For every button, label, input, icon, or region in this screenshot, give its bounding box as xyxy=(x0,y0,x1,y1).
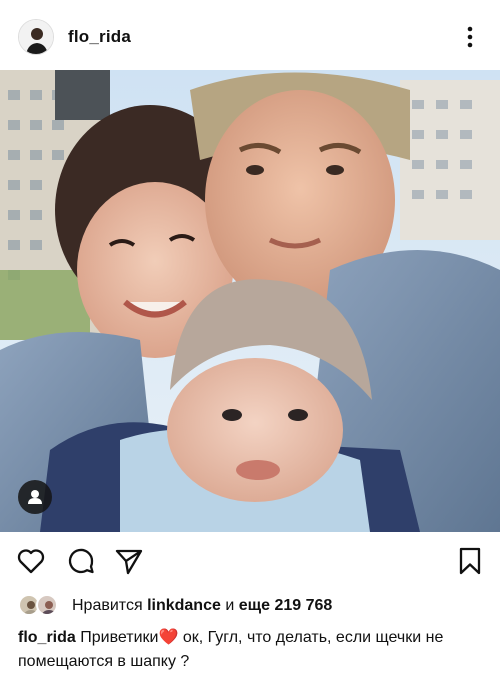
paper-plane-icon[interactable] xyxy=(114,546,144,576)
post-header: flo_rida xyxy=(0,0,500,70)
avatar[interactable] xyxy=(18,19,54,55)
caption-author[interactable]: flo_rida xyxy=(18,629,76,646)
heart-outline-icon[interactable] xyxy=(16,546,46,576)
liker-username[interactable]: linkdance xyxy=(147,597,221,614)
heart-emoji: ❤️ xyxy=(158,629,179,646)
likes-prefix: Нравится xyxy=(72,597,143,614)
likes-count[interactable]: еще 219 768 xyxy=(239,597,333,614)
caption-text-before: Приветики xyxy=(80,629,159,646)
action-bar xyxy=(0,540,500,580)
likes-text: Нравится linkdance и еще 219 768 xyxy=(72,597,332,615)
likes-and: и xyxy=(225,597,235,614)
user-tag-icon[interactable] xyxy=(18,480,52,514)
post-photo[interactable] xyxy=(0,70,500,532)
post-caption: flo_rida Приветики❤️ ок, Гугл, что делат… xyxy=(18,626,488,674)
likes-row[interactable]: Нравится linkdance и еще 219 768 xyxy=(18,594,488,618)
liker-avatar xyxy=(36,594,58,616)
more-vertical-icon[interactable] xyxy=(458,24,482,50)
bookmark-icon[interactable] xyxy=(455,546,485,576)
post-username[interactable]: flo_rida xyxy=(68,27,131,47)
comment-icon[interactable] xyxy=(66,546,96,576)
